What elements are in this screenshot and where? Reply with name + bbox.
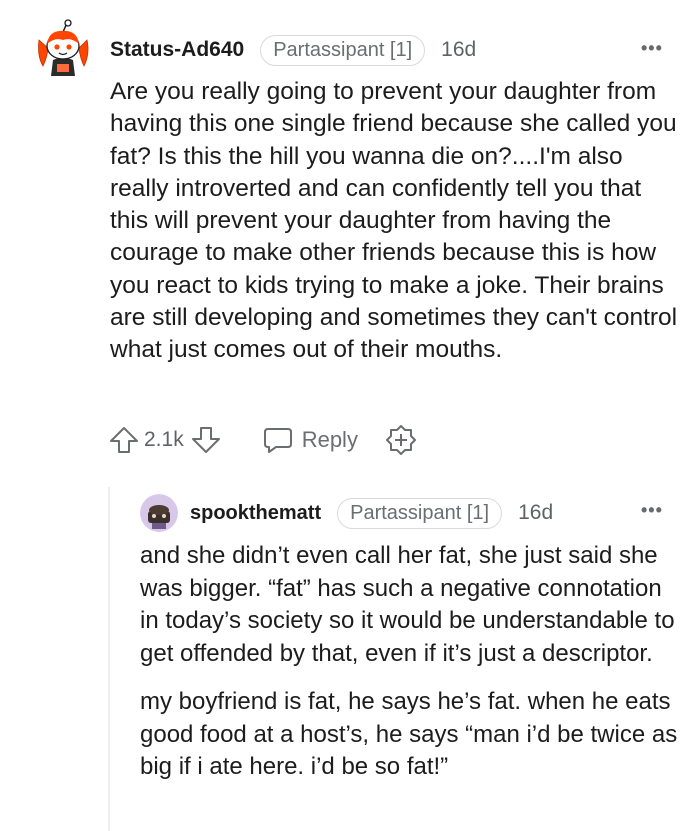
reply-label: Reply (301, 427, 358, 452)
comment-age: 16d (441, 38, 477, 61)
snoo-avatar[interactable] (35, 18, 91, 78)
award-button[interactable] (384, 423, 418, 457)
thread-line (108, 487, 110, 831)
comment-header: spookthematt Partassipant [1] 16d (190, 497, 553, 529)
upvote-icon[interactable] (108, 424, 140, 456)
user-flair: Partassipant [1] (260, 34, 426, 66)
speech-bubble-icon (263, 428, 292, 453)
username[interactable]: spookthematt (190, 502, 321, 525)
award-plus-icon (385, 425, 416, 455)
user-flair: Partassipant [1] (337, 497, 503, 529)
comment-actions: 2.1k Reply (108, 420, 418, 460)
comment-paragraph: and she didn’t even call her fat, she ju… (140, 542, 675, 667)
reply-button[interactable]: Reply (262, 425, 358, 455)
comment-header: Status-Ad640 Partassipant [1] 16d (110, 34, 476, 66)
more-options-icon[interactable]: ••• (641, 38, 663, 59)
more-options-icon[interactable]: ••• (641, 500, 663, 521)
vote-count: 2.1k (144, 428, 184, 451)
comment-body: Are you really going to prevent your dau… (110, 78, 678, 364)
comment-age: 16d (518, 501, 554, 524)
downvote-icon[interactable] (190, 424, 222, 456)
comment-body: and she didn’t even call her fat, she ju… (140, 540, 685, 800)
username[interactable]: Status-Ad640 (110, 38, 244, 62)
comment-paragraph: my boyfriend is fat, he says he’s fat. w… (140, 688, 678, 780)
user-avatar[interactable] (140, 494, 178, 532)
